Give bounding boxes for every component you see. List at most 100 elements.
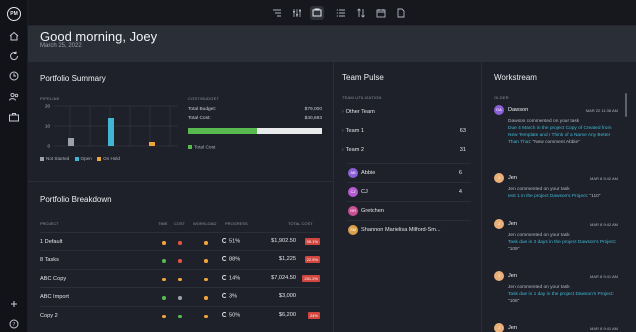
clock-icon[interactable] [8,70,20,82]
team-group-label: › Team 1 [342,128,364,134]
cost-progress-bar [188,128,322,134]
pipeline-legend: Not Started Open On Hold [40,156,124,161]
home-icon[interactable] [8,30,20,42]
table-row[interactable]: 1 Default 51% $1,902.50 95.1% [40,232,320,250]
sliders-icon[interactable] [290,6,304,20]
table-row[interactable]: Copy 2 50% $6,200 24% [40,305,320,324]
table-row[interactable]: ABC Import 3% $3,000 [40,287,320,305]
col-cost[interactable]: COST [174,221,185,226]
team-group-count: 63 [459,128,466,134]
time-status-dot [162,259,166,263]
workstream-older-label: OLDER [494,95,509,100]
cost-status-dot [178,241,182,245]
col-progress[interactable]: PROGRESS [225,221,248,226]
member-count: 4 [458,189,462,195]
logo[interactable]: PM [7,7,21,21]
workload-status-dot [204,296,208,300]
project-name[interactable]: 8 Tasks [40,257,59,263]
plus-icon[interactable] [8,298,20,310]
team-group-row[interactable]: › Team 1 63 [342,122,470,141]
greeting-header: Good morning, Joey March 25, 2022 [28,26,636,62]
member-count: 6 [458,170,462,176]
comment-text: Jen commented on your task [508,187,570,192]
table-row[interactable]: 8 Tasks 88% $1,225 22.5% [40,250,320,268]
cost-progress-fill [188,128,257,134]
comment-body: Jen commented on your task test 1 in the … [508,186,618,200]
total-cost-value: $6,200 [278,311,296,318]
pipeline-chart: 0 10 20 [45,104,178,149]
over-budget-badge: 24% [307,311,320,319]
cost-status-dot [178,296,182,300]
progress-value: 88% [229,256,241,263]
project-name[interactable]: 1 Default [40,239,62,245]
team-member-row[interactable]: GR Gretchen [347,201,471,219]
broadcast-icon[interactable] [270,6,284,20]
dashboard-icon[interactable] [310,6,324,20]
task-link[interactable]: test 1 in the project Dawson's Project [508,194,587,199]
team-group-name: Other Team [345,109,375,115]
portfolio-summary-title: Portfolio Summary [40,74,106,83]
project-name[interactable]: Copy 2 [40,313,58,319]
team-group-row[interactable]: › Other Team [342,103,470,122]
document-icon[interactable] [394,6,408,20]
cost-budget-label: COST/BUDGET [188,96,220,101]
comment-author: Dawson [508,107,529,113]
cost-status-dot [178,277,182,282]
left-rail: PM ? [0,0,28,332]
team-group-row[interactable]: › Team 2 31 [342,141,470,160]
total-cost-value: $1,225 [278,256,296,263]
total-cost-value: $40,693 [304,116,322,121]
refresh-icon[interactable] [8,50,20,62]
progress-cell: 88% [222,256,240,263]
time-status-dot [162,241,166,245]
table-row[interactable]: ABC Copy 14% $7,024.50 251.2% [40,268,320,287]
total-cost-value: $1,902.50 [271,238,296,244]
workstream-title: Workstream [494,73,537,82]
calendar-icon[interactable] [374,6,388,20]
col-total-cost[interactable]: TOTAL COST [288,221,313,226]
team-member-row[interactable]: SM Shannon Marielisa Milford-Sm... [347,220,471,238]
chevron-right-icon[interactable]: › [342,128,344,134]
workload-status-dot [204,277,208,282]
comment-text: Jen commented on your task [508,285,570,290]
avatar: J [494,219,504,229]
progress-ring-icon [222,274,227,280]
list-icon[interactable] [334,6,348,20]
team-member-row[interactable]: CJ CJ 4 [347,182,471,200]
team-member-row[interactable]: AB Abbie 6 [347,163,471,181]
bar-not-started [68,138,74,146]
workload-status-dot [204,241,208,245]
people-icon[interactable] [8,91,20,103]
col-workload[interactable]: WORKLOAD [193,221,216,226]
chevron-right-icon[interactable]: › [342,109,344,115]
portfolio-breakdown-title: Portfolio Breakdown [40,195,112,204]
comment-time: MAR 8 9:42 AM [589,176,618,181]
progress-value: 50% [229,312,241,319]
total-budget-value: $79,000 [304,107,322,112]
briefcase-icon[interactable] [8,111,20,123]
workstream-scrollbar[interactable] [625,93,627,117]
member-name: Gretchen [361,208,385,214]
greeting-date: March 25, 2022 [40,43,82,49]
help-icon[interactable]: ? [8,318,20,330]
legend-not-started: Not Started [40,156,69,161]
cost-status-dot [178,259,182,263]
comment-author: Jen [508,325,518,331]
total-budget-row: Total Budget: $79,000 [188,107,322,112]
task-link[interactable]: Task due in 1 day in the project Dawson'… [508,292,612,297]
chevron-right-icon[interactable]: › [342,147,344,153]
project-name[interactable]: ABC Copy [40,276,66,282]
comment-time: MAR 8 9:41 AM [589,326,618,331]
bar-open [108,118,114,146]
task-link[interactable]: Task due in 2 days in the project Dawson… [508,240,615,245]
col-project[interactable]: PROJECT [40,221,59,226]
total-cost-value: $7,024.50 [271,274,296,281]
sort-icon[interactable] [354,6,368,20]
progress-cell: 50% [222,311,241,319]
col-time[interactable]: TIME [158,221,168,226]
y-tick-label: 20 [45,104,51,109]
time-status-dot [162,277,166,282]
team-utilization-label: TEAM UTILIZATION [342,95,382,100]
time-status-dot [162,296,166,300]
project-name[interactable]: ABC Import [40,294,69,300]
